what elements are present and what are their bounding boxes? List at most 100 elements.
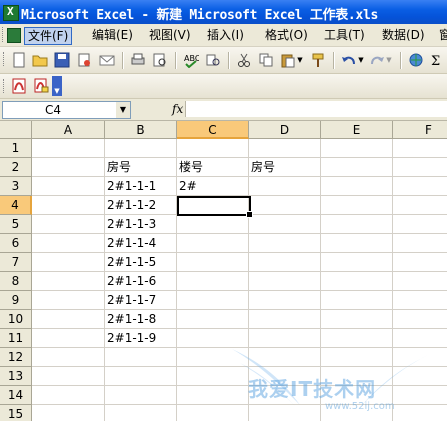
row-header-3[interactable]: 3 bbox=[0, 177, 32, 196]
row-header-12[interactable]: 12 bbox=[0, 348, 32, 367]
permission-icon[interactable] bbox=[76, 52, 92, 68]
redo-dropdown-chevron-down-icon[interactable]: ▼ bbox=[385, 52, 393, 68]
redo-icon[interactable] bbox=[369, 52, 385, 68]
active-cell-selection[interactable] bbox=[177, 196, 253, 218]
gridline bbox=[32, 385, 447, 386]
menu-window[interactable]: 窗 bbox=[436, 27, 447, 43]
menu-grip-handle[interactable] bbox=[2, 27, 6, 42]
name-box-chevron-down-icon[interactable]: ▼ bbox=[116, 102, 130, 118]
cell-b8[interactable]: 2#1-1-6 bbox=[105, 272, 176, 291]
row-header-2[interactable]: 2 bbox=[0, 158, 32, 177]
row-header-14[interactable]: 14 bbox=[0, 386, 32, 405]
column-header-d[interactable]: D bbox=[249, 121, 321, 139]
row-header-4[interactable]: 4 bbox=[0, 196, 32, 215]
svg-text:Σ: Σ bbox=[431, 54, 440, 68]
row-header-8[interactable]: 8 bbox=[0, 272, 32, 291]
worksheet-grid[interactable]: A B C D E F 1 2 3 4 5 6 7 8 9 10 11 12 13 14 15 房号 楼号 房号 2#1-1-1… bbox=[0, 121, 447, 421]
paste-icon[interactable] bbox=[280, 52, 296, 68]
pdf-toolbar: ▼ bbox=[0, 74, 447, 99]
undo-dropdown-chevron-down-icon[interactable]: ▼ bbox=[357, 52, 365, 68]
insert-function-icon[interactable]: fx bbox=[172, 102, 183, 116]
gridline bbox=[32, 290, 447, 291]
select-all-corner[interactable] bbox=[0, 121, 32, 139]
toolbar-options-chevron-down-icon[interactable]: ▼ bbox=[52, 76, 62, 96]
formula-bar: C4 ▼ fx bbox=[0, 99, 447, 121]
row-header-9[interactable]: 9 bbox=[0, 291, 32, 310]
formula-input[interactable] bbox=[185, 101, 447, 117]
research-icon[interactable] bbox=[205, 52, 221, 68]
undo-icon[interactable] bbox=[341, 52, 357, 68]
column-header-a[interactable]: A bbox=[32, 121, 105, 139]
cell-b4[interactable]: 2#1-1-2 bbox=[105, 196, 176, 215]
menu-tools[interactable]: 工具(T) bbox=[321, 27, 368, 43]
format-painter-icon[interactable] bbox=[310, 52, 326, 68]
toolbar-separator bbox=[122, 52, 124, 69]
open-folder-icon[interactable] bbox=[32, 52, 48, 68]
cell-b7[interactable]: 2#1-1-5 bbox=[105, 253, 176, 272]
menu-bar: 文件(F) 编辑(E) 视图(V) 插入(I) 格式(O) 工具(T) 数据(D… bbox=[0, 24, 447, 47]
cell-b2[interactable]: 房号 bbox=[105, 158, 176, 177]
paste-dropdown-chevron-down-icon[interactable]: ▼ bbox=[296, 52, 304, 68]
menu-data[interactable]: 数据(D) bbox=[379, 27, 428, 43]
cell-b11[interactable]: 2#1-1-9 bbox=[105, 329, 176, 348]
column-header-c[interactable]: C bbox=[177, 121, 249, 139]
cut-icon[interactable] bbox=[236, 52, 252, 68]
toolbar-grip-handle[interactable] bbox=[3, 79, 7, 93]
cell-b3[interactable]: 2#1-1-1 bbox=[105, 177, 176, 196]
gridline bbox=[392, 139, 393, 421]
autosum-icon[interactable]: Σ bbox=[428, 52, 444, 69]
toolbar-separator bbox=[228, 52, 230, 69]
print-preview-icon[interactable] bbox=[152, 52, 168, 68]
menu-edit[interactable]: 编辑(E) bbox=[89, 27, 136, 43]
gridline bbox=[32, 252, 447, 253]
name-box-value: C4 bbox=[45, 103, 62, 117]
row-header-6[interactable]: 6 bbox=[0, 234, 32, 253]
row-header-13[interactable]: 13 bbox=[0, 367, 32, 386]
gridline bbox=[32, 233, 447, 234]
save-icon[interactable] bbox=[54, 52, 70, 68]
cell-b10[interactable]: 2#1-1-8 bbox=[105, 310, 176, 329]
cell-b5[interactable]: 2#1-1-3 bbox=[105, 215, 176, 234]
column-header-b[interactable]: B bbox=[105, 121, 177, 139]
fill-handle[interactable] bbox=[246, 211, 253, 218]
row-header-15[interactable]: 15 bbox=[0, 405, 32, 421]
cell-c3[interactable]: 2# bbox=[177, 177, 248, 196]
convert-to-pdf-icon[interactable] bbox=[11, 78, 27, 94]
gridline bbox=[32, 309, 447, 310]
menu-format[interactable]: 格式(O) bbox=[262, 27, 311, 43]
toolbar-separator bbox=[333, 52, 335, 69]
hyperlink-icon[interactable] bbox=[408, 52, 424, 68]
copy-icon[interactable] bbox=[258, 52, 274, 68]
gridline bbox=[32, 347, 447, 348]
email-icon[interactable] bbox=[99, 52, 115, 68]
menu-insert[interactable]: 插入(I) bbox=[204, 27, 247, 43]
menu-view[interactable]: 视图(V) bbox=[146, 27, 194, 43]
cell-c2[interactable]: 楼号 bbox=[177, 158, 248, 177]
name-box[interactable]: C4 ▼ bbox=[2, 101, 131, 119]
excel-app-icon[interactable] bbox=[3, 5, 19, 21]
document-icon[interactable] bbox=[7, 28, 21, 43]
gridline bbox=[32, 328, 447, 329]
svg-text:ABC: ABC bbox=[184, 54, 199, 63]
cell-d2[interactable]: 房号 bbox=[249, 158, 320, 177]
gridline bbox=[32, 271, 447, 272]
cell-b9[interactable]: 2#1-1-7 bbox=[105, 291, 176, 310]
toolbar-grip-handle[interactable] bbox=[3, 52, 7, 66]
pdf-email-icon[interactable] bbox=[33, 78, 49, 94]
column-header-f[interactable]: F bbox=[393, 121, 447, 139]
cell-b6[interactable]: 2#1-1-4 bbox=[105, 234, 176, 253]
row-header-1[interactable]: 1 bbox=[0, 139, 32, 158]
menu-file[interactable]: 文件(F) bbox=[24, 27, 73, 45]
row-header-10[interactable]: 10 bbox=[0, 310, 32, 329]
window-title: Microsoft Excel - 新建 Microsoft Excel 工作表… bbox=[21, 8, 379, 23]
row-header-11[interactable]: 11 bbox=[0, 329, 32, 348]
standard-toolbar: ABC ▼ ▼ ▼ Σ bbox=[0, 47, 447, 74]
toolbar-separator bbox=[175, 52, 177, 69]
row-header-7[interactable]: 7 bbox=[0, 253, 32, 272]
spelling-icon[interactable]: ABC bbox=[183, 52, 201, 69]
gridline bbox=[32, 366, 447, 367]
print-icon[interactable] bbox=[130, 52, 146, 68]
column-header-e[interactable]: E bbox=[321, 121, 393, 139]
new-document-icon[interactable] bbox=[11, 52, 27, 68]
row-header-5[interactable]: 5 bbox=[0, 215, 32, 234]
